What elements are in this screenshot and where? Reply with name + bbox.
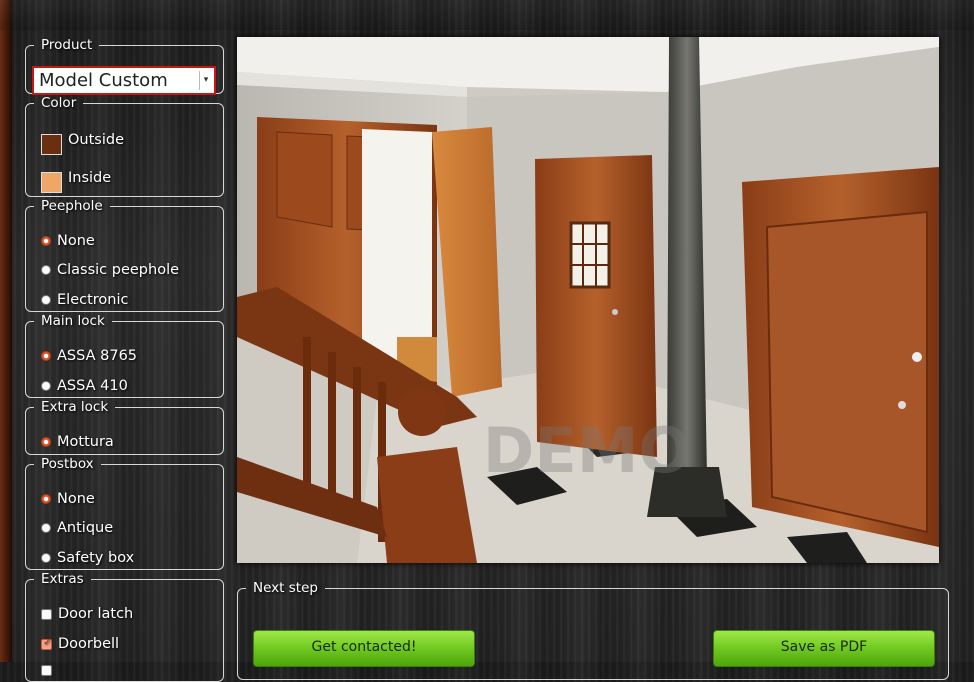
extra-lock-option-mottura[interactable]: Mottura: [41, 433, 114, 451]
checkbox-icon[interactable]: [41, 664, 52, 676]
checkbox-icon[interactable]: [41, 608, 52, 620]
demo-watermark: DEMO: [483, 414, 691, 487]
extras-option-doorbell[interactable]: Doorbell: [41, 635, 119, 653]
inside-color-label: Inside: [68, 170, 112, 186]
top-bar: [0, 0, 974, 30]
product-legend: Product: [41, 37, 93, 53]
extras-legend: Extras: [41, 571, 84, 587]
extras-option-door-latch[interactable]: Door latch: [41, 605, 133, 623]
extras-panel: Extras Door latch Doorbell: [25, 572, 224, 682]
next-step-panel: Next step Get contacted! Save as PDF: [237, 580, 949, 680]
option-label: Safety box: [57, 550, 135, 566]
peephole-option-classic[interactable]: Classic peephole: [41, 261, 179, 279]
main-lock-option-assa-410[interactable]: ASSA 410: [41, 377, 128, 395]
peephole-option-none[interactable]: None: [41, 232, 95, 250]
option-label: Mottura: [57, 434, 114, 450]
option-label: Classic peephole: [57, 262, 180, 278]
peephole-panel: Peephole None Classic peephole Electroni…: [25, 199, 224, 312]
inside-color-swatch[interactable]: [41, 171, 62, 193]
extra-lock-legend: Extra lock: [41, 399, 109, 415]
extras-option-hidden[interactable]: [41, 661, 58, 679]
radio-selected-icon[interactable]: [41, 351, 51, 361]
chevron-down-icon: ▾: [199, 71, 212, 90]
radio-selected-icon[interactable]: [41, 236, 51, 246]
color-outside[interactable]: Outside: [41, 132, 124, 156]
postbox-legend: Postbox: [41, 456, 94, 472]
product-panel: Product Model Custom ▾: [25, 37, 224, 95]
option-label: None: [57, 491, 95, 507]
radio-icon[interactable]: [41, 295, 51, 305]
option-label: Electronic: [57, 292, 129, 308]
color-inside[interactable]: Inside: [41, 170, 111, 194]
option-label: ASSA 8765: [57, 348, 138, 364]
postbox-option-antique[interactable]: Antique: [41, 519, 113, 537]
outside-color-swatch[interactable]: [41, 133, 62, 155]
product-select[interactable]: Model Custom ▾: [32, 66, 216, 95]
radio-selected-icon[interactable]: [41, 494, 51, 504]
radio-icon[interactable]: [41, 265, 51, 275]
outside-color-label: Outside: [68, 132, 124, 148]
door-scene-image: DEMO: [237, 37, 939, 563]
option-label: Door latch: [58, 606, 134, 622]
color-legend: Color: [41, 95, 77, 111]
main-lock-legend: Main lock: [41, 313, 105, 329]
postbox-option-none[interactable]: None: [41, 490, 95, 508]
next-step-legend: Next step: [253, 580, 318, 596]
option-label: ASSA 410: [57, 378, 128, 394]
extra-lock-panel: Extra lock Mottura: [25, 400, 224, 455]
save-as-pdf-button[interactable]: Save as PDF: [713, 630, 935, 667]
postbox-panel: Postbox None Antique Safety box: [25, 457, 224, 570]
option-label: None: [57, 233, 95, 249]
color-panel: Color Outside Inside: [25, 96, 224, 197]
main-lock-option-assa-8765[interactable]: ASSA 8765: [41, 347, 137, 365]
peephole-option-electronic[interactable]: Electronic: [41, 291, 128, 309]
door-preview-render[interactable]: DEMO: [237, 37, 939, 563]
radio-icon[interactable]: [41, 381, 51, 391]
option-label: Doorbell: [58, 636, 120, 652]
get-contacted-button[interactable]: Get contacted!: [253, 630, 475, 667]
product-selected-value: Model Custom: [39, 70, 168, 91]
radio-selected-icon[interactable]: [41, 437, 51, 447]
radio-icon[interactable]: [41, 553, 51, 563]
option-label: Antique: [57, 520, 114, 536]
peephole-legend: Peephole: [41, 198, 103, 214]
left-edge-strip: [0, 0, 12, 662]
radio-icon[interactable]: [41, 523, 51, 533]
checkbox-checked-icon[interactable]: [41, 637, 52, 650]
main-lock-panel: Main lock ASSA 8765 ASSA 410: [25, 314, 224, 398]
postbox-option-safety-box[interactable]: Safety box: [41, 549, 134, 567]
